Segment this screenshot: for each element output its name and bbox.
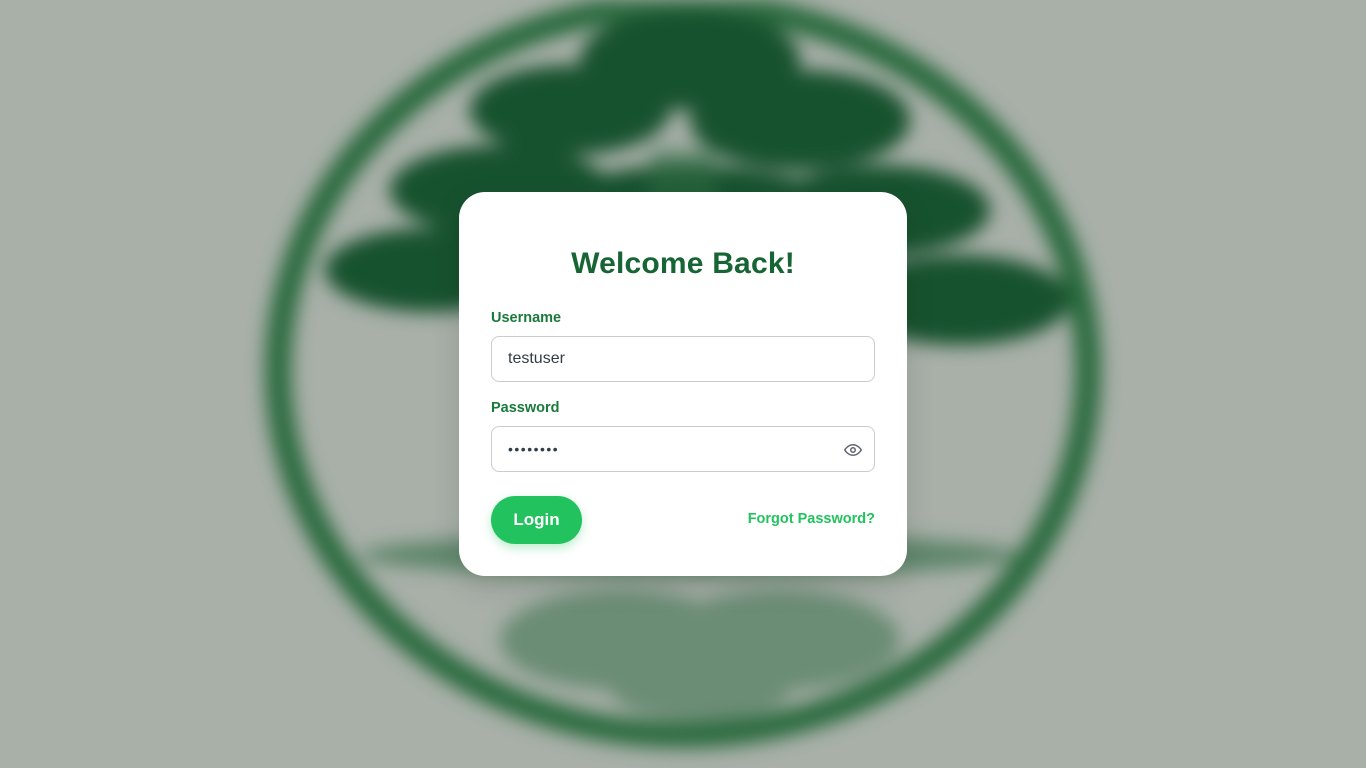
forgot-password-link[interactable]: Forgot Password? [748,511,875,527]
username-label: Username [491,310,562,326]
login-button[interactable]: Login [491,496,582,544]
eye-icon[interactable] [842,439,864,461]
password-field-wrapper [491,426,875,472]
login-card: Welcome Back! Username Password Login Fo… [459,192,907,576]
username-field-wrapper [491,336,875,382]
password-label: Password [491,400,560,416]
username-input[interactable] [492,337,874,381]
page-title: Welcome Back! [571,247,795,280]
password-input[interactable] [492,427,874,471]
